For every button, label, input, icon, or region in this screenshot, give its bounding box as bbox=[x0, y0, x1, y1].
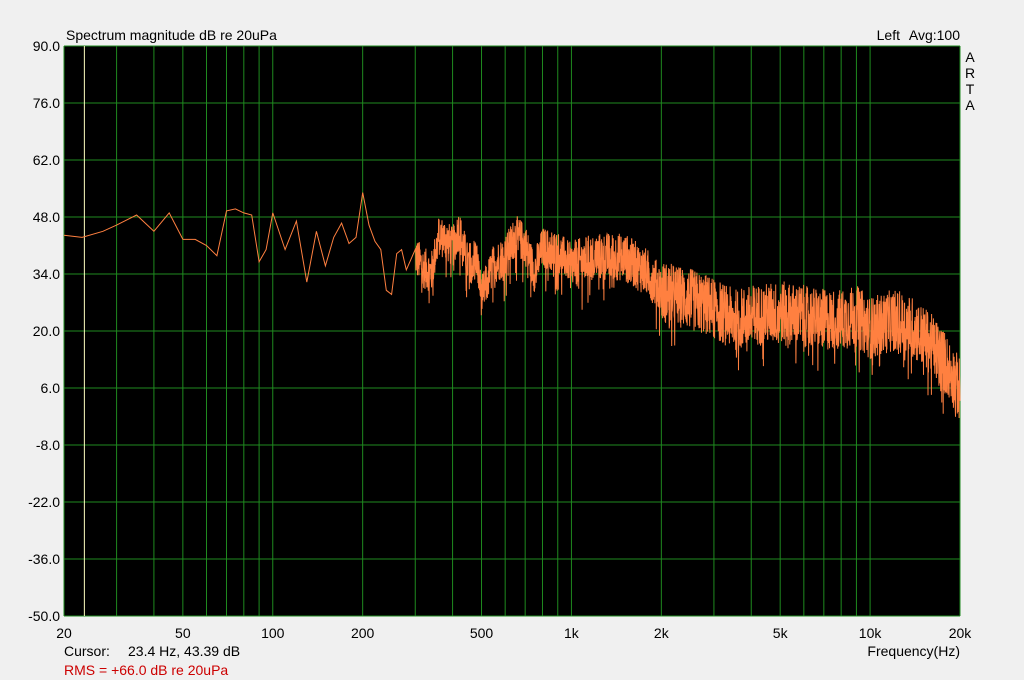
y-tick-label: 6.0 bbox=[41, 380, 61, 396]
y-tick-label: 76.0 bbox=[33, 95, 60, 111]
y-tick-label: 34.0 bbox=[33, 266, 60, 282]
x-tick-label: 100 bbox=[261, 625, 285, 641]
x-tick-label: 5k bbox=[773, 625, 789, 641]
x-tick-label: 1k bbox=[564, 625, 580, 641]
x-tick-label: 2k bbox=[654, 625, 670, 641]
y-tick-label: 20.0 bbox=[33, 323, 60, 339]
y-tick-label: 90.0 bbox=[33, 38, 60, 54]
brand-letter-2: R bbox=[965, 65, 975, 81]
cursor-label: Cursor: bbox=[64, 643, 110, 659]
cursor-readout: 23.4 Hz, 43.39 dB bbox=[128, 643, 240, 659]
y-tick-label: -8.0 bbox=[36, 437, 60, 453]
x-tick-label: 200 bbox=[351, 625, 375, 641]
y-tick-label: 62.0 bbox=[33, 152, 60, 168]
x-axis-label: Frequency(Hz) bbox=[867, 643, 960, 659]
y-tick-label: 48.0 bbox=[33, 209, 60, 225]
y-tick-label: -50.0 bbox=[28, 608, 60, 624]
x-tick-label: 20 bbox=[56, 625, 72, 641]
y-tick-label: -36.0 bbox=[28, 551, 60, 567]
avg-label: Avg:100 bbox=[909, 27, 960, 43]
rms-readout: RMS = +66.0 dB re 20uPa bbox=[64, 662, 228, 678]
brand-letter-1: A bbox=[965, 49, 975, 65]
spectrum-chart: 90.0 76.0 62.0 48.0 34.0 20.0 6.0 -8.0 -22.0 -36.… bbox=[0, 0, 1024, 680]
y-tick-label: -22.0 bbox=[28, 494, 60, 510]
x-tick-label: 50 bbox=[175, 625, 191, 641]
x-tick-label: 500 bbox=[470, 625, 494, 641]
x-tick-label: 20k bbox=[949, 625, 973, 641]
channel-label: Left bbox=[877, 27, 900, 43]
chart-title: Spectrum magnitude dB re 20uPa bbox=[66, 27, 277, 43]
x-tick-label: 10k bbox=[859, 625, 883, 641]
brand-letter-3: T bbox=[966, 81, 975, 97]
brand-letter-4: A bbox=[965, 97, 975, 113]
